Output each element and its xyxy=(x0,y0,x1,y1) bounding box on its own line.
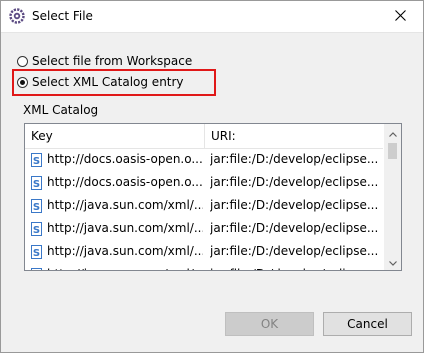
highlight-annotation xyxy=(12,69,216,96)
row-uri: jar:file:/D:/develop/eclipse... xyxy=(210,198,379,212)
svg-text:S: S xyxy=(33,179,40,190)
table-row[interactable]: S http://java.sun.com/xml/... jar:file:/… xyxy=(25,217,383,240)
xml-schema-file-icon: S xyxy=(31,221,42,236)
row-uri: jar:file:/D:/develop/eclipse... xyxy=(210,263,382,270)
scroll-up-button[interactable] xyxy=(384,124,401,141)
row-key: http://docs.oasis-open.o... xyxy=(47,152,203,166)
radio-select-from-workspace[interactable]: Select file from Workspace xyxy=(17,52,192,70)
row-uri: jar:file:/D:/develop/eclipse... xyxy=(210,244,379,258)
cancel-button[interactable]: Cancel xyxy=(323,312,412,336)
radio-button[interactable] xyxy=(17,55,28,67)
close-button[interactable] xyxy=(377,1,423,32)
table-header: Key URI: xyxy=(25,124,383,149)
select-file-dialog: Select File Select file from Workspace S… xyxy=(0,0,424,353)
xml-schema-file-icon: S xyxy=(31,152,42,167)
ok-button[interactable]: OK xyxy=(225,312,314,336)
table-row[interactable]: S http://java.sun.com/xml/... jar:file:/… xyxy=(25,263,383,270)
row-key: http://java.sun.com/xml/... xyxy=(47,263,203,270)
row-key: http://java.sun.com/xml/... xyxy=(47,198,203,212)
table-row[interactable]: S http://docs.oasis-open.o... jar:file:/… xyxy=(25,171,383,194)
xml-schema-file-icon: S xyxy=(31,244,42,259)
column-header-key[interactable]: Key xyxy=(25,124,205,148)
vertical-scrollbar[interactable] xyxy=(384,124,401,270)
row-uri: jar:file:/D:/develop/eclipse... xyxy=(210,152,379,166)
svg-text:S: S xyxy=(33,202,40,213)
row-key: http://java.sun.com/xml/... xyxy=(47,221,203,235)
svg-text:S: S xyxy=(33,248,40,259)
close-icon xyxy=(394,9,406,24)
row-key: http://java.sun.com/xml/... xyxy=(47,244,203,258)
column-header-uri[interactable]: URI: xyxy=(205,124,383,148)
xml-catalog-table[interactable]: Key URI: S http://docs.oasis-open.o... j… xyxy=(24,123,402,271)
table-row[interactable]: S http://docs.oasis-open.o... jar:file:/… xyxy=(25,148,383,171)
svg-text:S: S xyxy=(33,225,40,236)
eclipse-gear-icon xyxy=(9,8,25,24)
svg-text:S: S xyxy=(33,156,40,167)
radio-label: Select file from Workspace xyxy=(32,54,193,68)
table-row[interactable]: S http://java.sun.com/xml/... jar:file:/… xyxy=(25,194,383,217)
row-uri: jar:file:/D:/develop/eclipse... xyxy=(210,175,379,189)
table-body: S http://docs.oasis-open.o... jar:file:/… xyxy=(25,148,383,270)
table-row[interactable]: S http://java.sun.com/xml/... jar:file:/… xyxy=(25,240,383,263)
xml-schema-file-icon: S xyxy=(31,198,42,213)
row-key: http://docs.oasis-open.o... xyxy=(47,175,203,189)
chevron-up-icon xyxy=(388,126,397,140)
title-bar: Select File xyxy=(1,1,423,33)
chevron-down-icon xyxy=(388,255,397,269)
xml-schema-file-icon: S xyxy=(31,175,42,190)
scrollbar-thumb[interactable] xyxy=(388,143,397,159)
xml-schema-file-icon: S xyxy=(31,267,42,270)
scroll-down-button[interactable] xyxy=(384,253,401,270)
row-uri: jar:file:/D:/develop/eclipse... xyxy=(210,221,379,235)
xml-catalog-label: XML Catalog xyxy=(23,103,99,117)
window-title: Select File xyxy=(32,9,93,23)
